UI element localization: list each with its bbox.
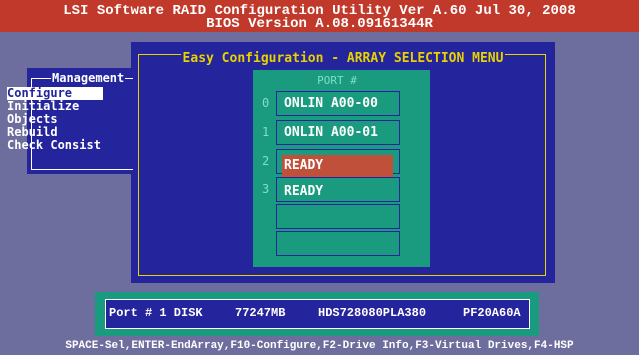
port-status: READY (284, 158, 324, 173)
port-status: ONLIN A00-00 (284, 96, 378, 111)
port-number: 1 (262, 125, 270, 139)
disk-info-port: Port # 1 DISK (109, 306, 203, 320)
port-slot-4[interactable] (276, 204, 400, 229)
port-number: 3 (262, 182, 270, 196)
port-status: READY (284, 184, 324, 199)
key-help-bar: SPACE-Sel,ENTER-EndArray,F10-Configure,F… (65, 340, 574, 352)
disk-info-model: HDS728080PLA380 (318, 306, 427, 320)
management-menu-title: Management (51, 71, 126, 85)
title-bar: LSI Software RAID Configuration Utility … (0, 0, 639, 32)
port-slot-5[interactable] (276, 231, 400, 256)
disk-info-size: 77247MB (235, 306, 286, 320)
disk-info-firmware: PF20A60A (463, 306, 521, 320)
port-status: ONLIN A00-01 (284, 125, 378, 140)
port-list-header: PORT # (317, 74, 357, 87)
menu-item-check-consistency[interactable]: Check Consist (7, 139, 101, 152)
port-number: 2 (262, 154, 270, 168)
dialog-title: Easy Configuration - ARRAY SELECTION MEN… (180, 51, 506, 66)
port-number: 0 (262, 96, 270, 110)
bios-version: BIOS Version A.08.09161344R (206, 16, 433, 32)
